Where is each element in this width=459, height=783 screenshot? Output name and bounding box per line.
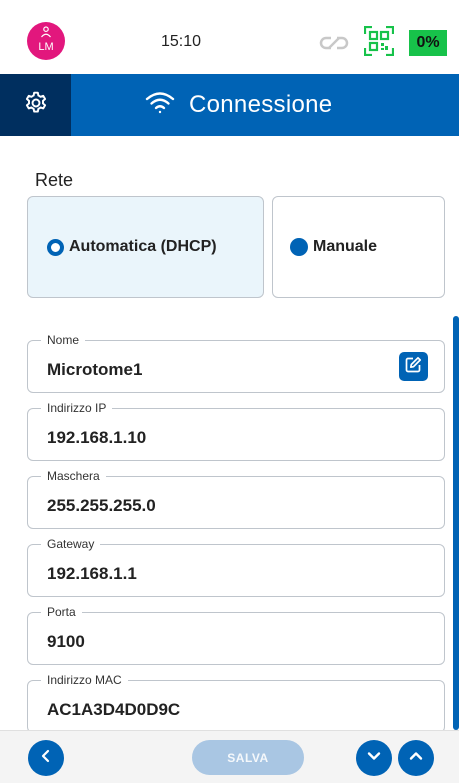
field-label: Nome xyxy=(41,334,86,346)
port-field[interactable]: Porta 9100 xyxy=(27,606,445,665)
field-label: Porta xyxy=(41,606,82,618)
field-label: Indirizzo IP xyxy=(41,402,113,414)
radio-icon xyxy=(290,238,308,256)
scroll-down-button[interactable] xyxy=(356,740,392,776)
radio-selected-icon xyxy=(47,238,64,256)
section-label-network: Rete xyxy=(35,170,74,190)
avatar[interactable]: LM xyxy=(27,22,65,60)
field-label: Gateway xyxy=(41,538,101,550)
qr-code-icon[interactable] xyxy=(363,25,395,57)
header-title-group: Connessione xyxy=(145,74,332,136)
mac-address-field[interactable]: Indirizzo MAC AC1A3D4D0D9C xyxy=(27,674,445,733)
edit-icon xyxy=(405,356,422,378)
scrollbar[interactable] xyxy=(453,316,459,730)
battery-indicator: 0% xyxy=(409,30,447,56)
avatar-initials: LM xyxy=(38,41,54,53)
chevron-down-icon xyxy=(366,748,382,769)
page-title: Connessione xyxy=(189,91,333,118)
edit-button[interactable] xyxy=(399,352,428,381)
field-value: 192.168.1.10 xyxy=(47,428,147,447)
header: Connessione xyxy=(0,74,459,136)
radio-option-dhcp[interactable]: Automatica (DHCP) xyxy=(27,196,264,298)
field-label: Maschera xyxy=(41,470,106,482)
gear-icon xyxy=(23,90,49,121)
field-value: 9100 xyxy=(47,632,85,651)
settings-button[interactable] xyxy=(0,74,71,136)
user-icon xyxy=(27,26,65,40)
field-value: AC1A3D4D0D9C xyxy=(47,700,181,719)
chevron-up-icon xyxy=(408,748,424,769)
chevron-left-icon xyxy=(39,749,53,768)
clock: 15:10 xyxy=(161,33,202,50)
name-field[interactable]: Nome Microtome1 xyxy=(27,334,445,393)
field-value: 192.168.1.1 xyxy=(47,564,137,583)
subnet-mask-field[interactable]: Maschera 255.255.255.0 xyxy=(27,470,445,529)
field-value: 255.255.255.0 xyxy=(47,496,156,515)
radio-label: Automatica (DHCP) xyxy=(69,238,217,255)
scroll-up-button[interactable] xyxy=(398,740,434,776)
wifi-icon xyxy=(145,91,175,120)
field-label: Indirizzo MAC xyxy=(41,674,128,686)
back-button[interactable] xyxy=(28,740,64,776)
ip-address-field[interactable]: Indirizzo IP 192.168.1.10 xyxy=(27,402,445,461)
radio-option-manual[interactable]: Manuale xyxy=(272,196,445,298)
bottom-bar: SALVA xyxy=(0,730,459,783)
status-bar: LM 15:10 0% xyxy=(0,0,459,74)
radio-label: Manuale xyxy=(313,238,378,255)
gateway-field[interactable]: Gateway 192.168.1.1 xyxy=(27,538,445,597)
link-icon xyxy=(319,34,349,52)
field-value: Microtome1 xyxy=(47,360,143,379)
save-button[interactable]: SALVA xyxy=(192,740,304,775)
